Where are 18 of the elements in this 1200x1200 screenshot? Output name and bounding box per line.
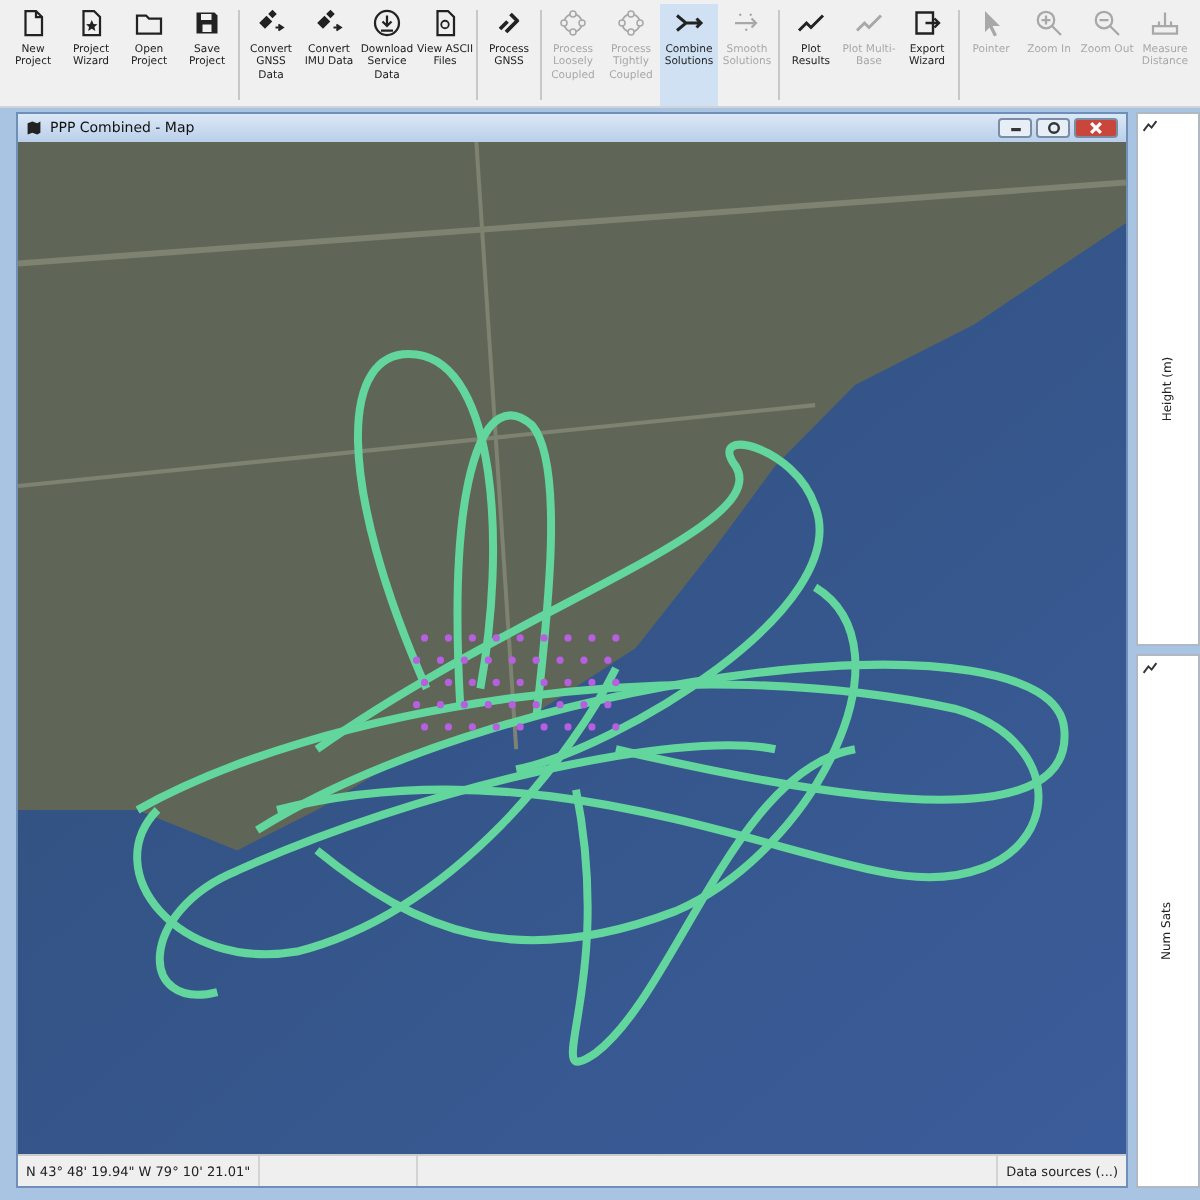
document-icon xyxy=(18,8,48,38)
close-icon xyxy=(1088,120,1104,136)
line-chart-icon xyxy=(1142,118,1158,134)
minimize-button[interactable] xyxy=(998,118,1032,138)
line-chart-icon xyxy=(1142,660,1158,676)
ruler-icon xyxy=(1150,8,1180,38)
folder-icon xyxy=(134,8,164,38)
zoom-in-icon xyxy=(1034,8,1064,38)
download-icon xyxy=(372,8,402,38)
zoom-out-icon xyxy=(1092,8,1122,38)
export-icon xyxy=(912,8,942,38)
map-icon xyxy=(26,120,42,136)
close-button[interactable] xyxy=(1074,118,1118,138)
node-ring-icon xyxy=(616,8,646,38)
restore-icon xyxy=(1045,120,1061,136)
restore-button[interactable] xyxy=(1036,118,1070,138)
star-document-icon xyxy=(76,8,106,38)
node-ring-icon xyxy=(558,8,588,38)
